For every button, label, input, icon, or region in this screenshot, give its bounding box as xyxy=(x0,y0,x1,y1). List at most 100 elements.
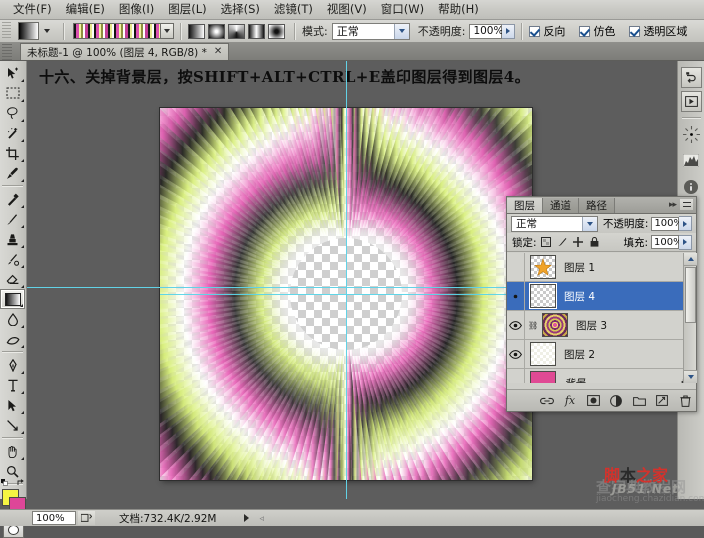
clone-stamp-tool[interactable] xyxy=(0,229,25,249)
default-colors-icon[interactable] xyxy=(1,479,8,486)
layer-row[interactable]: ⛓ 图层 3 xyxy=(507,310,696,340)
tool-more-icon[interactable] xyxy=(21,388,24,394)
menu-window[interactable]: 窗口(W) xyxy=(374,1,431,19)
lock-position-icon[interactable] xyxy=(572,236,585,249)
history-brush-tool[interactable] xyxy=(0,249,25,269)
tab-layers[interactable]: 图层 xyxy=(507,198,543,213)
blend-mode-select[interactable]: 正常 xyxy=(331,22,410,40)
lasso-tool[interactable] xyxy=(0,103,25,123)
tool-more-icon[interactable] xyxy=(21,176,24,182)
scroll-up-button[interactable] xyxy=(684,253,697,266)
collapse-panel-icon[interactable]: ▸▸ xyxy=(669,200,677,210)
tool-more-icon[interactable] xyxy=(21,282,24,288)
document-size-icon[interactable] xyxy=(78,511,95,525)
layer-name[interactable]: 图层 3 xyxy=(576,318,607,333)
layer-visibility-toggle[interactable] xyxy=(507,253,525,282)
lock-all-icon[interactable] xyxy=(588,236,601,249)
healing-brush-tool[interactable] xyxy=(0,189,25,209)
lock-image-pixels-icon[interactable] xyxy=(556,236,569,249)
adjustment-layer-button[interactable] xyxy=(609,394,623,408)
layer-row[interactable]: 图层 1 xyxy=(507,253,696,282)
fill-input[interactable]: 100% xyxy=(651,235,683,249)
opacity-input[interactable]: 100% xyxy=(469,23,503,39)
blur-tool[interactable] xyxy=(0,309,25,329)
tool-more-icon[interactable] xyxy=(21,262,24,268)
color-wheel-icon[interactable] xyxy=(681,124,702,145)
tool-more-icon[interactable] xyxy=(21,116,24,122)
magic-wand-tool[interactable] xyxy=(0,123,25,143)
tool-more-icon[interactable] xyxy=(21,96,24,102)
gradient-tool-icon[interactable] xyxy=(18,22,39,40)
layer-mask-button[interactable] xyxy=(586,394,600,408)
layer-visibility-toggle[interactable] xyxy=(507,310,525,340)
gradient-tool[interactable] xyxy=(0,289,25,309)
menu-edit[interactable]: 编辑(E) xyxy=(59,1,112,19)
delete-layer-button[interactable] xyxy=(678,394,692,408)
layer-link-icon[interactable]: ⛓ xyxy=(528,321,538,330)
layer-name[interactable]: 背景 xyxy=(564,376,585,384)
layer-opacity-input[interactable]: 100% xyxy=(651,216,683,231)
reverse-checkbox[interactable]: 反向 xyxy=(529,23,565,39)
new-group-button[interactable] xyxy=(632,394,646,408)
layer-list[interactable]: 图层 1 图层 4 ⛓ 图层 3 图层 2 xyxy=(507,253,696,383)
tool-preset-chevron-icon[interactable] xyxy=(44,29,50,33)
tool-more-icon[interactable] xyxy=(21,202,24,208)
transparency-checkbox[interactable]: 透明区域 xyxy=(629,23,687,39)
layer-name[interactable]: 图层 1 xyxy=(564,260,595,275)
tool-more-icon[interactable] xyxy=(20,301,23,307)
dodge-tool[interactable] xyxy=(0,329,25,349)
tool-more-icon[interactable] xyxy=(21,454,24,460)
angle-gradient-button[interactable] xyxy=(228,23,245,39)
tool-more-icon[interactable] xyxy=(21,136,24,142)
scrollbar-thumb[interactable] xyxy=(685,267,696,323)
histogram-icon[interactable] xyxy=(681,150,702,171)
close-icon[interactable]: ✕ xyxy=(214,47,222,57)
info-panel-icon[interactable] xyxy=(681,176,702,197)
dither-checkbox[interactable]: 仿色 xyxy=(579,23,615,39)
eyedropper-tool[interactable] xyxy=(0,163,25,183)
chevron-down-icon[interactable] xyxy=(393,23,409,39)
brush-tool[interactable] xyxy=(0,209,25,229)
chevron-down-icon[interactable] xyxy=(581,216,597,231)
path-selection-tool[interactable] xyxy=(0,395,25,415)
layers-panel[interactable]: 图层 通道 路径 ▸▸ 正常 不透明度: 100% 锁定: 填充: 100% 图… xyxy=(506,196,697,412)
linear-gradient-button[interactable] xyxy=(188,23,205,39)
opacity-slider-chevron-icon[interactable] xyxy=(502,23,516,39)
tab-channels[interactable]: 通道 xyxy=(543,198,579,213)
status-expand-icon[interactable] xyxy=(244,514,250,522)
pen-tool[interactable] xyxy=(0,355,25,375)
layer-name[interactable]: 图层 2 xyxy=(564,347,595,362)
line-tool[interactable] xyxy=(0,415,25,435)
crop-tool[interactable] xyxy=(0,143,25,163)
tool-more-icon[interactable] xyxy=(21,368,24,374)
status-grip-icon[interactable]: ◃ xyxy=(259,514,268,524)
layer-thumbnail[interactable] xyxy=(530,371,556,383)
tool-more-icon[interactable] xyxy=(21,222,24,228)
menu-select[interactable]: 选择(S) xyxy=(214,1,267,19)
gradient-picker-chevron-icon[interactable] xyxy=(161,23,174,39)
layer-row[interactable]: 图层 2 xyxy=(507,339,696,369)
zoom-tool[interactable] xyxy=(0,461,25,481)
document-tab[interactable]: 未标题-1 @ 100% (图层 4, RGB/8) * ✕ xyxy=(20,43,230,60)
history-panel-icon[interactable] xyxy=(680,67,702,88)
layer-thumbnail[interactable] xyxy=(529,283,557,309)
tool-more-icon[interactable] xyxy=(21,322,24,328)
menu-help[interactable]: 帮助(H) xyxy=(431,1,486,19)
eraser-tool[interactable] xyxy=(0,269,25,289)
radial-gradient-button[interactable] xyxy=(208,23,225,39)
panel-menu-icon[interactable] xyxy=(680,199,693,210)
zoom-level-input[interactable]: 100% xyxy=(32,511,76,525)
tab-bar-grip[interactable] xyxy=(2,44,12,60)
layer-opacity-chevron-icon[interactable] xyxy=(679,216,692,231)
tool-more-icon[interactable] xyxy=(21,242,24,248)
tab-paths[interactable]: 路径 xyxy=(579,198,615,213)
swap-colors-icon[interactable] xyxy=(17,479,25,487)
layer-thumbnail[interactable] xyxy=(530,255,556,279)
gradient-preview-swatch[interactable] xyxy=(73,23,161,39)
layer-list-scrollbar[interactable] xyxy=(683,253,697,383)
menu-view[interactable]: 视图(V) xyxy=(320,1,374,19)
new-layer-button[interactable] xyxy=(655,394,669,408)
actions-panel-icon[interactable] xyxy=(680,91,702,112)
menu-layer[interactable]: 图层(L) xyxy=(161,1,213,19)
tool-more-icon[interactable] xyxy=(21,408,24,414)
